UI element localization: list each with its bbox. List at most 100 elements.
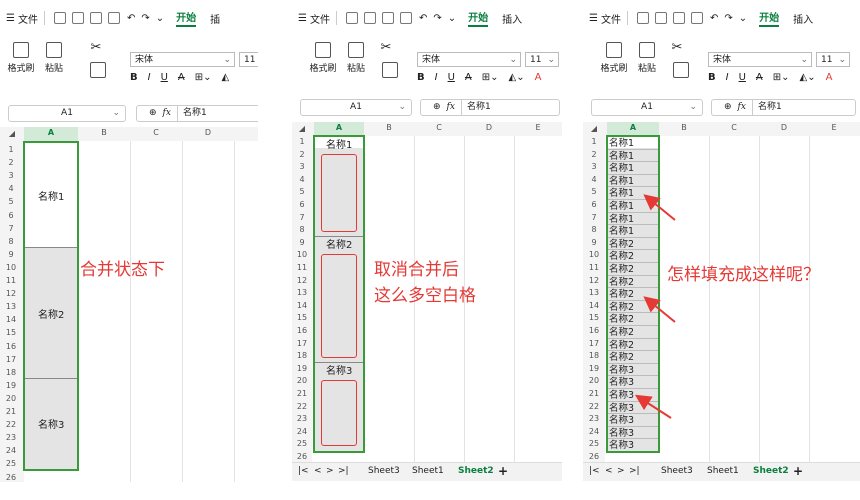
format-painter-button[interactable]: 格式刷 bbox=[308, 38, 338, 74]
tab-start[interactable]: 开始 bbox=[468, 9, 489, 27]
column-header-b[interactable]: B bbox=[364, 122, 414, 134]
copy-button[interactable] bbox=[378, 62, 402, 81]
row-number[interactable]: 17 bbox=[0, 353, 22, 366]
row-number[interactable]: 25 bbox=[292, 438, 312, 451]
sheet-tab-sheet1[interactable]: Sheet1 bbox=[707, 466, 739, 476]
row-number[interactable]: 6 bbox=[292, 199, 312, 212]
sheet-tab-sheet2[interactable]: Sheet2 bbox=[753, 466, 789, 476]
menu-file[interactable]: 文件 bbox=[18, 11, 38, 26]
print-icon[interactable] bbox=[381, 12, 394, 24]
column-header-c[interactable]: C bbox=[130, 127, 182, 139]
select-all-corner[interactable]: ◢ bbox=[294, 123, 310, 135]
last-sheet-icon[interactable]: >| bbox=[338, 466, 349, 476]
column-header-e[interactable]: E bbox=[514, 122, 562, 134]
bold-button[interactable]: B bbox=[130, 72, 138, 83]
row-number[interactable]: 17 bbox=[292, 338, 312, 351]
row-number[interactable]: 8 bbox=[0, 235, 22, 248]
fill-color-icon[interactable]: ◭⌄ bbox=[509, 72, 525, 83]
row-number[interactable]: 4 bbox=[292, 174, 312, 187]
row-number[interactable]: 10 bbox=[0, 261, 22, 274]
menu-icon[interactable]: ☰ bbox=[298, 13, 307, 24]
underline-button[interactable]: U bbox=[161, 72, 168, 83]
font-name-select[interactable]: 宋体 ⌄ bbox=[417, 52, 521, 67]
row-number[interactable]: 9 bbox=[0, 248, 22, 261]
column-header-d[interactable]: D bbox=[182, 127, 234, 139]
cut-button[interactable]: ✂ bbox=[86, 38, 106, 55]
tab-insert[interactable]: 插入 bbox=[502, 11, 522, 26]
border-icon[interactable]: ⊞⌄ bbox=[482, 72, 499, 83]
row-number[interactable]: 9 bbox=[292, 237, 312, 250]
row-number[interactable]: 26 bbox=[0, 471, 22, 484]
row-number[interactable]: 18 bbox=[292, 350, 312, 363]
font-name-select[interactable]: 宋体 ⌄ bbox=[130, 52, 235, 67]
row-number[interactable]: 6 bbox=[0, 209, 22, 222]
fill-color-icon[interactable]: ◭ bbox=[222, 72, 230, 83]
row-number[interactable]: 5 bbox=[0, 195, 22, 208]
row-number[interactable]: 11 bbox=[0, 274, 22, 287]
row-number[interactable]: 3 bbox=[0, 169, 22, 182]
row-number[interactable]: 19 bbox=[292, 363, 312, 376]
zoom-icon[interactable]: ⊕ bbox=[433, 100, 441, 115]
row-number[interactable]: 2 bbox=[0, 156, 22, 169]
row-number[interactable]: 1 bbox=[0, 143, 22, 156]
sheet-tab-sheet2[interactable]: Sheet2 bbox=[458, 466, 494, 476]
fx-icon[interactable]: fx bbox=[163, 106, 171, 121]
row-number[interactable]: 5 bbox=[292, 186, 312, 199]
add-sheet-button[interactable]: + bbox=[793, 464, 803, 478]
row-number[interactable]: 15 bbox=[292, 312, 312, 325]
export-icon[interactable] bbox=[363, 12, 376, 24]
print-icon[interactable] bbox=[89, 12, 102, 24]
redo-icon[interactable]: ↷ bbox=[141, 13, 149, 24]
first-sheet-icon[interactable]: |< bbox=[298, 466, 309, 476]
prev-sheet-icon[interactable]: < bbox=[605, 466, 613, 476]
column-header-d[interactable]: D bbox=[464, 122, 514, 134]
row-number[interactable]: 24 bbox=[292, 426, 312, 439]
strikethrough-button[interactable]: A bbox=[178, 72, 185, 83]
italic-button[interactable]: I bbox=[435, 72, 438, 83]
save-icon[interactable] bbox=[345, 12, 358, 24]
column-header-b[interactable]: B bbox=[78, 127, 130, 139]
select-all-corner[interactable]: ◢ bbox=[4, 128, 20, 140]
row-number[interactable]: 14 bbox=[292, 300, 312, 313]
export-icon[interactable] bbox=[71, 12, 84, 24]
row-number[interactable]: 18 bbox=[0, 366, 22, 379]
copy-button[interactable] bbox=[86, 62, 110, 81]
sheet-tab-sheet3[interactable]: Sheet3 bbox=[661, 466, 693, 476]
row-number[interactable]: 22 bbox=[0, 418, 22, 431]
border-icon[interactable]: ⊞⌄ bbox=[195, 72, 212, 83]
row-number[interactable]: 13 bbox=[292, 287, 312, 300]
row-number[interactable]: 19 bbox=[0, 379, 22, 392]
sheet-tab-sheet3[interactable]: Sheet3 bbox=[368, 466, 400, 476]
row-number[interactable]: 12 bbox=[292, 275, 312, 288]
row-number[interactable]: 16 bbox=[292, 325, 312, 338]
row-number[interactable]: 11 bbox=[292, 262, 312, 275]
row-number[interactable]: 16 bbox=[0, 340, 22, 353]
bold-button[interactable]: B bbox=[417, 72, 425, 83]
preview-icon[interactable] bbox=[107, 12, 120, 24]
font-size-select[interactable]: 11 bbox=[239, 52, 258, 67]
row-number[interactable]: 22 bbox=[292, 401, 312, 414]
fx-icon[interactable]: fx bbox=[447, 100, 455, 115]
row-number[interactable]: 21 bbox=[292, 388, 312, 401]
row-number[interactable]: 21 bbox=[0, 405, 22, 418]
row-number[interactable]: 20 bbox=[0, 392, 22, 405]
tab-insert[interactable]: 插 bbox=[210, 11, 220, 26]
row-number[interactable]: 3 bbox=[292, 161, 312, 174]
strikethrough-button[interactable]: A bbox=[465, 72, 472, 83]
row-number[interactable]: 8 bbox=[292, 224, 312, 237]
row-number[interactable]: 13 bbox=[0, 300, 22, 313]
undo-icon[interactable]: ↶ bbox=[419, 13, 427, 24]
row-number[interactable]: 12 bbox=[0, 287, 22, 300]
row-number[interactable]: 23 bbox=[0, 431, 22, 444]
name-box[interactable]: A1 ⌄ bbox=[300, 99, 412, 116]
preview-icon[interactable] bbox=[399, 12, 412, 24]
column-header-c[interactable]: C bbox=[414, 122, 464, 134]
sheet-tab-sheet1[interactable]: Sheet1 bbox=[412, 466, 444, 476]
row-number[interactable]: 25 bbox=[0, 457, 22, 470]
row-number[interactable]: 4 bbox=[0, 182, 22, 195]
row-number[interactable]: 24 bbox=[0, 444, 22, 457]
next-sheet-icon[interactable]: > bbox=[326, 466, 334, 476]
chevron-down-icon[interactable]: ⌄ bbox=[448, 13, 456, 24]
row-number[interactable]: 15 bbox=[0, 326, 22, 339]
row-number[interactable]: 2 bbox=[292, 149, 312, 162]
